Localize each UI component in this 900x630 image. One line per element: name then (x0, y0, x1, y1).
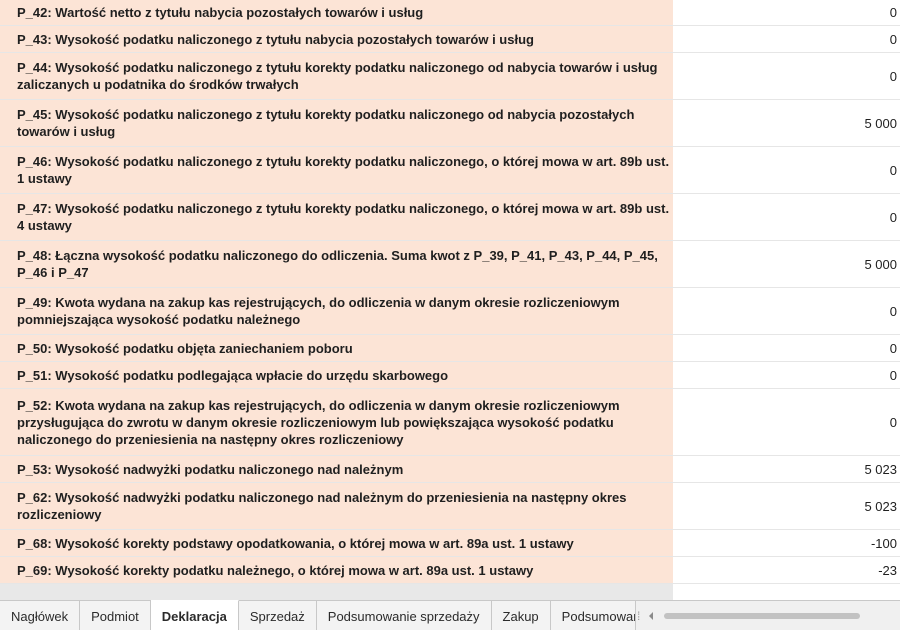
field-label: P_50: Wysokość podatku objęta zaniechani… (0, 335, 673, 361)
field-value[interactable]: 0 (673, 53, 900, 99)
field-value[interactable]: 0 (673, 0, 900, 25)
table-row[interactable]: P_51: Wysokość podatku podlegająca wpłac… (0, 362, 900, 389)
field-label: P_44: Wysokość podatku naliczonego z tyt… (0, 53, 673, 99)
table-row[interactable]: P_43: Wysokość podatku naliczonego z tyt… (0, 26, 900, 53)
field-label: P_52: Kwota wydana na zakup kas rejestru… (0, 389, 673, 455)
field-label: P_47: Wysokość podatku naliczonego z tyt… (0, 194, 673, 240)
field-label: P_45: Wysokość podatku naliczonego z tyt… (0, 100, 673, 146)
table-row[interactable]: P_47: Wysokość podatku naliczonego z tyt… (0, 194, 900, 241)
tab-deklaracja[interactable]: Deklaracja (150, 600, 239, 630)
field-value[interactable]: 5 023 (673, 483, 900, 529)
tab-podmiot[interactable]: Podmiot (80, 601, 151, 630)
table-row[interactable]: P_46: Wysokość podatku naliczonego z tyt… (0, 147, 900, 194)
field-value[interactable]: -100 (673, 530, 900, 556)
grid-empty-row (0, 584, 900, 600)
field-value[interactable]: 5 000 (673, 100, 900, 146)
table-row[interactable]: P_62: Wysokość nadwyżki podatku naliczon… (0, 483, 900, 530)
empty-label-cell (0, 584, 673, 600)
declaration-grid: P_42: Wartość netto z tytułu nabycia poz… (0, 0, 900, 600)
tab-zakup[interactable]: Zakup (491, 601, 551, 630)
field-value[interactable]: 0 (673, 288, 900, 334)
field-value[interactable]: 0 (673, 335, 900, 361)
sheet-tab-bar: Nagłówek Podmiot Deklaracja Sprzedaż Podsumo… (0, 600, 900, 630)
field-value[interactable]: 0 (673, 26, 900, 52)
horizontal-scrollbar[interactable] (642, 601, 900, 630)
tab-podsumowanie-sprzedaży[interactable]: Podsumowanie sprzedaży (316, 601, 492, 630)
field-label: P_69: Wysokość korekty podatku należnego… (0, 557, 673, 583)
field-label: P_51: Wysokość podatku podlegająca wpłac… (0, 362, 673, 388)
table-row[interactable]: P_48: Łączna wysokość podatku naliczoneg… (0, 241, 900, 288)
field-value[interactable]: 0 (673, 194, 900, 240)
table-row[interactable]: P_42: Wartość netto z tytułu nabycia poz… (0, 0, 900, 26)
table-row[interactable]: P_44: Wysokość podatku naliczonego z tyt… (0, 53, 900, 100)
table-row[interactable]: P_52: Kwota wydana na zakup kas rejestru… (0, 389, 900, 456)
scrollbar-track[interactable] (660, 610, 894, 622)
field-label: P_43: Wysokość podatku naliczonego z tyt… (0, 26, 673, 52)
tab-podsumowanie-zakupu[interactable]: Podsumowanie zakupu (550, 601, 636, 630)
table-row[interactable]: P_68: Wysokość korekty podstawy opodatko… (0, 530, 900, 557)
field-label: P_62: Wysokość nadwyżki podatku naliczon… (0, 483, 673, 529)
table-row[interactable]: P_53: Wysokość nadwyżki podatku naliczon… (0, 456, 900, 483)
table-row[interactable]: P_45: Wysokość podatku naliczonego z tyt… (0, 100, 900, 147)
field-value[interactable]: 5 000 (673, 241, 900, 287)
field-label: P_48: Łączna wysokość podatku naliczoneg… (0, 241, 673, 287)
field-value[interactable]: 0 (673, 389, 900, 455)
tab-nagłówek[interactable]: Nagłówek (0, 601, 81, 630)
grid-rows: P_42: Wartość netto z tytułu nabycia poz… (0, 0, 900, 584)
table-row[interactable]: P_50: Wysokość podatku objęta zaniechani… (0, 335, 900, 362)
caret-left-icon[interactable] (646, 601, 656, 630)
tab-sprzedaż[interactable]: Sprzedaż (238, 601, 317, 630)
field-label: P_42: Wartość netto z tytułu nabycia poz… (0, 0, 673, 25)
field-value[interactable]: 5 023 (673, 456, 900, 482)
table-row[interactable]: P_49: Kwota wydana na zakup kas rejestru… (0, 288, 900, 335)
field-value[interactable]: 0 (673, 362, 900, 388)
field-label: P_49: Kwota wydana na zakup kas rejestru… (0, 288, 673, 334)
field-value[interactable]: 0 (673, 147, 900, 193)
field-label: P_53: Wysokość nadwyżki podatku naliczon… (0, 456, 673, 482)
empty-value-cell (673, 584, 900, 600)
field-label: P_46: Wysokość podatku naliczonego z tyt… (0, 147, 673, 193)
scrollbar-thumb[interactable] (663, 612, 860, 619)
sheet-tabs: Nagłówek Podmiot Deklaracja Sprzedaż Podsumo… (0, 600, 636, 630)
field-label: P_68: Wysokość korekty podstawy opodatko… (0, 530, 673, 556)
field-value[interactable]: -23 (673, 557, 900, 583)
table-row[interactable]: P_69: Wysokość korekty podatku należnego… (0, 557, 900, 584)
